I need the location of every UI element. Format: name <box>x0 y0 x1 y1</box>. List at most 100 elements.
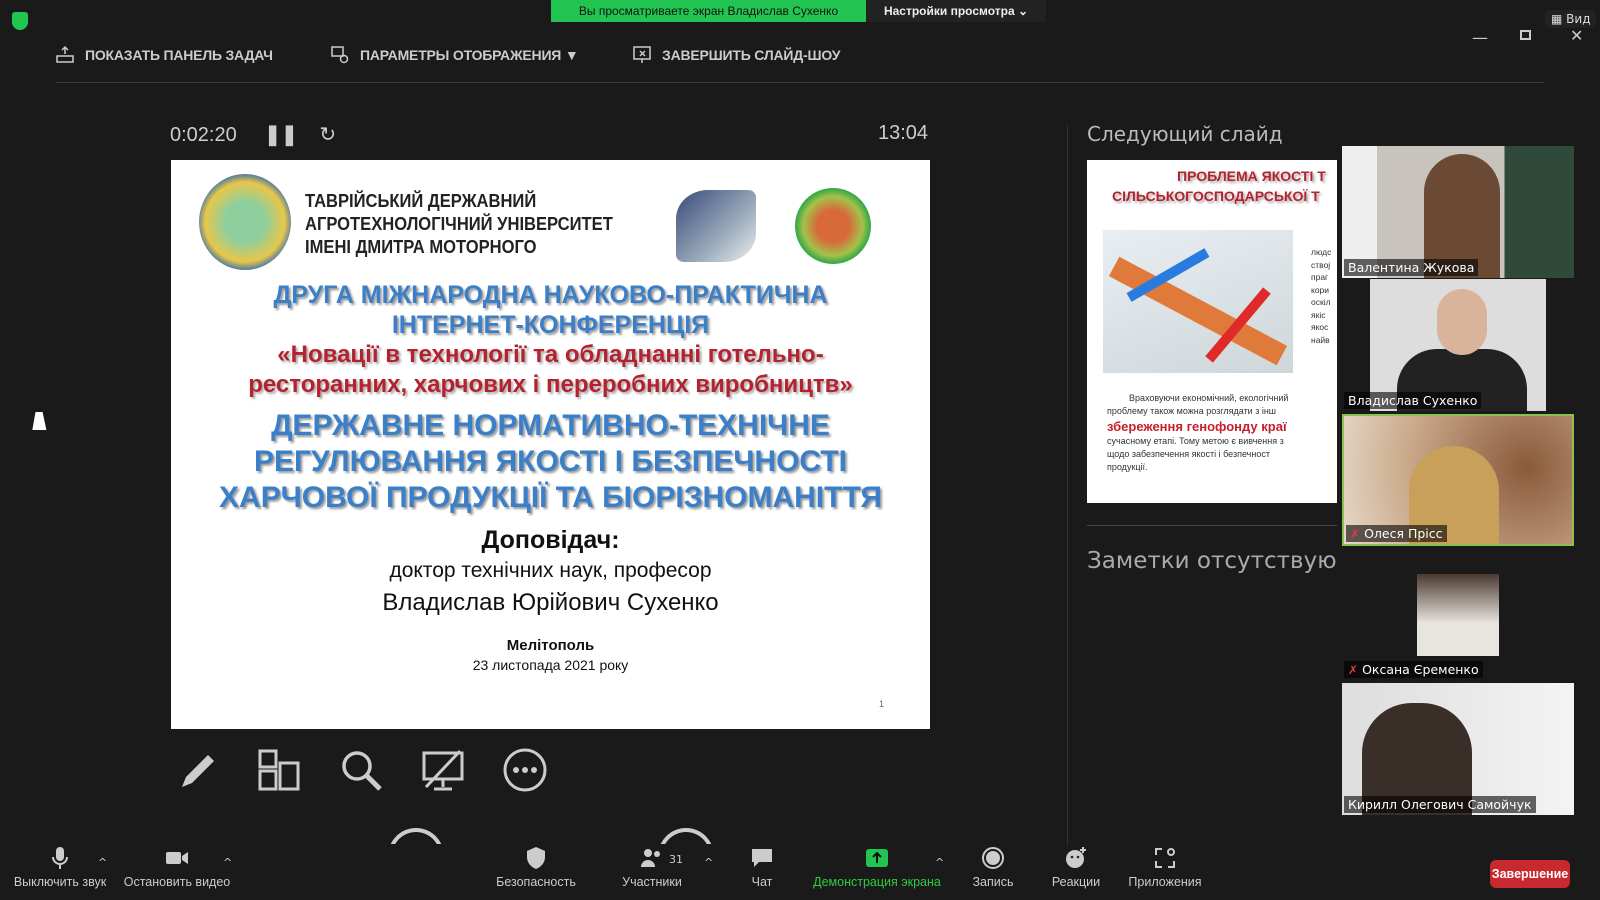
department-logo <box>676 190 756 262</box>
next-slide-text: ствој <box>1311 259 1331 270</box>
next-slide-text: продукції. <box>1107 462 1148 472</box>
university-line: ТАВРІЙСЬКИЙ ДЕРЖАВНИЙ <box>305 191 537 211</box>
apps-button[interactable]: Приложения <box>1105 845 1225 889</box>
participant-video <box>1437 289 1487 355</box>
participant-video <box>1417 574 1499 656</box>
presenter-tools <box>172 745 550 795</box>
speaker-label: Доповідач: <box>481 526 620 554</box>
apps-label: Приложения <box>1128 875 1202 889</box>
conference-subtitle: ІНТЕРНЕТ-КОНФЕРЕНЦІЯ <box>391 311 710 339</box>
more-options-icon[interactable] <box>500 745 550 795</box>
display-settings-button[interactable]: ПАРАМЕТРЫ ОТОБРАЖЕНИЯ ▼ <box>330 44 579 66</box>
next-slide-text: людс <box>1311 247 1332 257</box>
show-taskbar-button[interactable]: ПОКАЗАТЬ ПАНЕЛЬ ЗАДАЧ <box>55 44 273 66</box>
arc-decoration <box>388 828 444 844</box>
end-slideshow-button[interactable]: ЗАВЕРШИТЬ СЛАЙД-ШОУ <box>632 44 840 66</box>
mute-label: Выключить звук <box>13 875 107 889</box>
video-options-caret[interactable]: ^ <box>223 856 232 869</box>
security-shield-icon[interactable] <box>12 12 28 30</box>
toolbar-divider <box>56 82 1544 83</box>
chat-button[interactable]: Чат <box>702 845 822 889</box>
next-slide-text: кори <box>1311 284 1330 295</box>
viewing-banner: Вы просматриваете экран Владислав Сухенк… <box>551 0 866 22</box>
view-settings-button[interactable]: Настройки просмотра ⌄ <box>866 0 1046 22</box>
participants-label: Участники <box>622 875 682 889</box>
participant-name-tag: Владислав Сухенко <box>1344 392 1482 409</box>
next-slide-text: найв <box>1311 334 1330 345</box>
share-screen-button[interactable]: Демонстрация экрана <box>807 845 947 889</box>
shield-icon <box>527 847 545 869</box>
apps-icon <box>1155 848 1175 868</box>
report-title: ДЕРЖАВНЕ НОРМАТИВНО-ТЕХНІЧНЕ <box>271 409 830 442</box>
participant-name: Валентина Жукова <box>1348 260 1475 275</box>
slide-number: 1 <box>878 699 884 709</box>
next-slide-preview[interactable]: ПРОБЛЕМА ЯКОСТІ Т СІЛЬСЬКОГОСПОДАРСЬКОЇ … <box>1087 160 1337 503</box>
share-screen-label: Демонстрация экрана <box>813 875 941 889</box>
all-slides-icon[interactable] <box>254 745 304 795</box>
report-title: ХАРЧОВОЇ ПРОДУКЦІЇ ТА БІОРІЗНОМАНІТТЯ <box>219 481 882 514</box>
stop-video-button[interactable]: Остановить видео <box>117 845 237 889</box>
elapsed-timer: 0:02:20 ❚❚ ↻ <box>170 122 336 147</box>
reactions-label: Реакции <box>1051 875 1101 889</box>
video-tile[interactable]: ✗ Оксана Єременко <box>1342 548 1574 680</box>
muted-mic-icon: ✗ <box>1350 526 1361 541</box>
participants-icon <box>641 849 660 867</box>
report-title: РЕГУЛЮВАННЯ ЯКОСТІ І БЕЗПЕЧНОСТІ <box>254 445 847 478</box>
record-icon <box>982 847 1004 869</box>
panel-divider <box>1067 125 1068 845</box>
current-slide: ТАВРІЙСЬКИЙ ДЕРЖАВНИЙ АГРОТЕХНОЛОГІЧНИЙ … <box>171 160 930 729</box>
participant-name: Кирилл Олегович Самойчук <box>1348 797 1532 812</box>
participant-name-tag: ✗ Оксана Єременко <box>1344 661 1483 678</box>
show-taskbar-label: ПОКАЗАТЬ ПАНЕЛЬ ЗАДАЧ <box>85 47 273 63</box>
end-slideshow-label: ЗАВЕРШИТЬ СЛАЙД-ШОУ <box>662 47 841 63</box>
elapsed-time: 0:02:20 <box>170 124 237 146</box>
next-slide-title: ПРОБЛЕМА ЯКОСТІ Т <box>1177 168 1326 184</box>
speaker-name: Владислав Юрійович Сухенко <box>382 589 719 616</box>
video-tile-active-speaker[interactable]: ✗ Олеся Прісс <box>1342 414 1574 546</box>
next-slide-text: якіс <box>1311 309 1326 320</box>
video-tile[interactable]: Владислав Сухенко <box>1342 279 1574 411</box>
notes-text: Заметки отсутствуют. <box>1087 548 1337 574</box>
speaker-degree: доктор технічних наук, професор <box>389 559 712 582</box>
mouse-cursor-icon <box>32 412 50 430</box>
black-screen-icon[interactable] <box>418 745 468 795</box>
pen-icon[interactable] <box>172 745 222 795</box>
next-slide-text: праг <box>1311 272 1329 282</box>
taskbar-icon <box>56 45 74 63</box>
university-line: ІМЕНІ ДМИТРА МОТОРНОГО <box>305 237 537 257</box>
muted-mic-icon: ✗ <box>1348 662 1359 677</box>
zoom-icon[interactable] <box>336 745 386 795</box>
participant-name: Оксана Єременко <box>1362 662 1479 677</box>
audio-options-caret[interactable]: ^ <box>98 856 107 869</box>
next-slide-image <box>1103 230 1293 373</box>
share-screen-icon <box>866 849 888 867</box>
restore-button[interactable] <box>1520 30 1531 40</box>
video-tile[interactable]: Кирилл Олегович Самойчук <box>1342 683 1574 815</box>
university-logo <box>199 174 291 270</box>
pause-icon[interactable]: ❚❚ <box>264 124 298 146</box>
stop-video-label: Остановить видео <box>123 875 231 889</box>
video-tile[interactable]: Валентина Жукова <box>1342 146 1574 278</box>
city: Мелітополь <box>506 637 595 654</box>
notes-divider <box>1087 525 1337 526</box>
monitor-gear-icon <box>331 46 349 64</box>
conference-theme: ресторанних, харчових і переробних вироб… <box>248 371 853 398</box>
clock: 13:04 <box>878 122 929 144</box>
next-slide-text: Враховуючи економічний, екологічний <box>1129 393 1289 403</box>
participant-name: Олеся Прісс <box>1364 526 1443 541</box>
participant-name-tag: ✗ Олеся Прісс <box>1346 525 1447 542</box>
security-label: Безопасность <box>496 875 576 889</box>
participant-name-tag: Валентина Жукова <box>1344 259 1479 276</box>
participant-name: Владислав Сухенко <box>1348 393 1478 408</box>
restart-icon[interactable]: ↻ <box>319 124 336 146</box>
participants-button[interactable]: Участники <box>592 845 712 889</box>
close-button[interactable]: ✕ <box>1570 26 1583 45</box>
next-slide-label: Следующий слайд <box>1087 122 1283 146</box>
university-line: АГРОТЕХНОЛОГІЧНИЙ УНІВЕРСИТЕТ <box>305 214 613 234</box>
camera-icon <box>166 852 188 864</box>
minimize-button[interactable]: — <box>1472 28 1488 47</box>
chat-icon <box>752 849 772 867</box>
conference-theme: «Новації в технології та обладнанні готе… <box>277 341 824 368</box>
end-meeting-button[interactable]: Завершение <box>1490 860 1570 888</box>
security-button[interactable]: Безопасность <box>476 845 596 889</box>
